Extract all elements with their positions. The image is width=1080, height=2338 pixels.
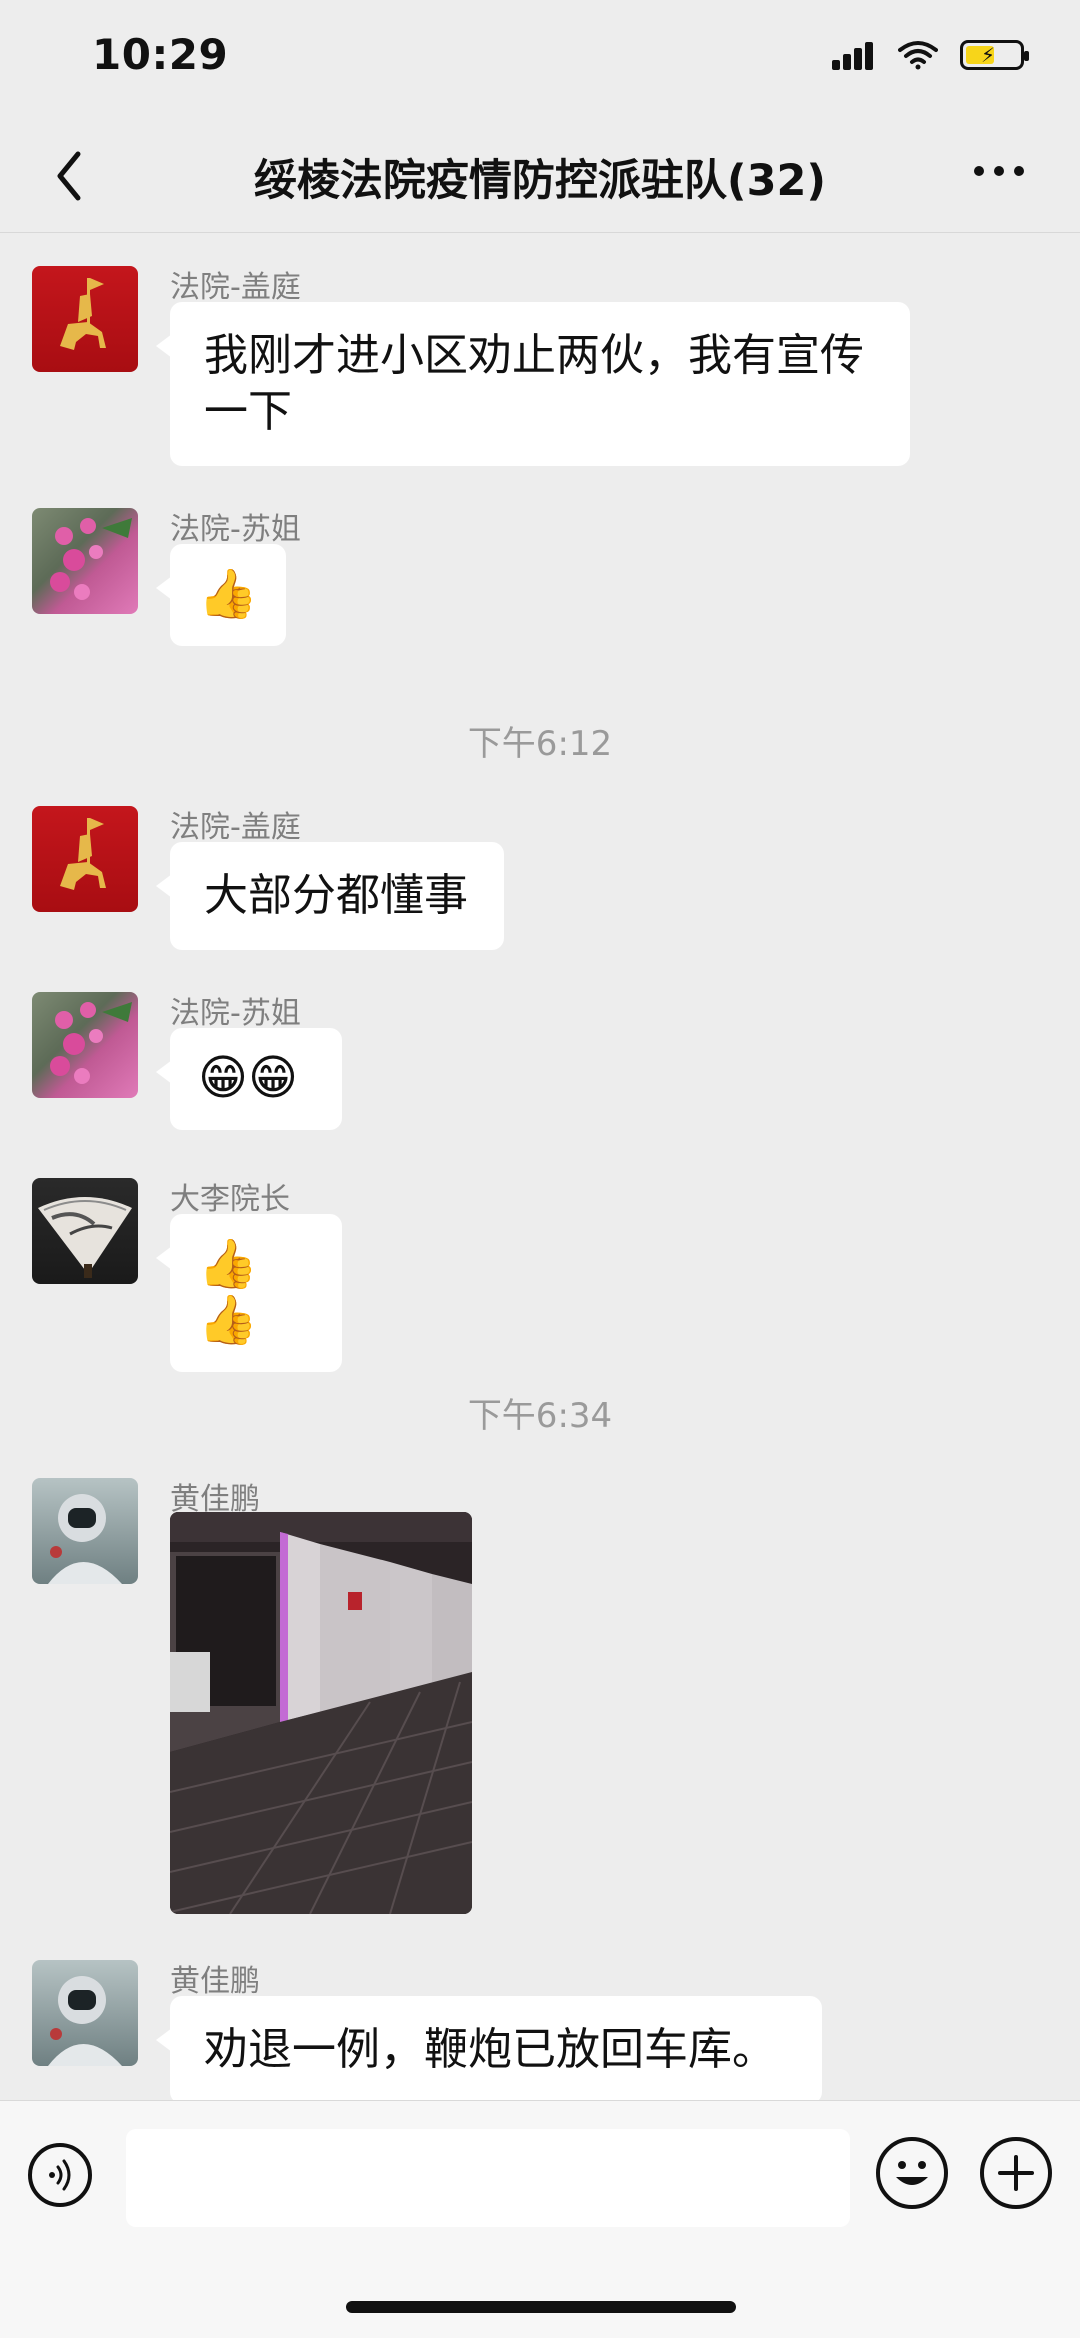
- message-text: 大部分都懂事: [204, 870, 468, 921]
- status-icons: ⚡: [832, 40, 1029, 70]
- message-bubble[interactable]: 👍👍: [156, 1214, 342, 1372]
- chat-header: 绥棱法院疫情防控派驻队(32): [0, 120, 1080, 233]
- battery-icon: ⚡: [960, 40, 1029, 70]
- chat-title: 绥棱法院疫情防控派驻队(32): [253, 156, 827, 206]
- message-timestamp: 下午6:12: [467, 724, 613, 764]
- avatar[interactable]: [32, 806, 138, 912]
- sender-name: 大李院长: [170, 1182, 290, 1217]
- avatar[interactable]: [32, 266, 138, 372]
- message-text: 劝退一例，鞭炮已放回车库。: [204, 2024, 776, 2075]
- message-bubble[interactable]: 👍: [156, 544, 286, 646]
- grin-icon: 😁😁: [198, 1050, 299, 1106]
- message-bubble[interactable]: 劝退一例，鞭炮已放回车库。: [156, 1996, 822, 2104]
- message-bubble[interactable]: 大部分都懂事: [156, 842, 504, 950]
- thumbs-up-icon: 👍: [198, 566, 258, 622]
- message-timestamp: 下午6:34: [467, 1396, 613, 1436]
- plus-icon[interactable]: [980, 2137, 1052, 2209]
- message-input[interactable]: [126, 2129, 850, 2227]
- status-time: 10:29: [92, 30, 229, 79]
- message-image[interactable]: [170, 1512, 472, 1914]
- status-bar: 10:29 ⚡: [0, 0, 1080, 120]
- avatar[interactable]: [32, 508, 138, 614]
- emoji-icon[interactable]: [876, 2137, 948, 2209]
- wifi-icon: [898, 41, 938, 70]
- avatar[interactable]: [32, 1960, 138, 2066]
- message-text: 我刚才进小区劝止两伙，我有宣传一下: [204, 330, 864, 437]
- sender-name: 法院-苏姐: [170, 512, 301, 547]
- sender-name: 法院-盖庭: [170, 270, 301, 305]
- signal-icon: [832, 40, 876, 70]
- sender-name: 法院-苏姐: [170, 996, 301, 1031]
- avatar[interactable]: [32, 992, 138, 1098]
- thumbs-up-icon: 👍👍: [198, 1236, 258, 1348]
- more-icon[interactable]: [974, 166, 1024, 176]
- avatar[interactable]: [32, 1178, 138, 1284]
- sender-name: 法院-盖庭: [170, 810, 301, 845]
- message-bubble[interactable]: 😁😁: [156, 1028, 342, 1130]
- message-bubble[interactable]: 我刚才进小区劝止两伙，我有宣传一下: [156, 302, 910, 466]
- sender-name: 黄佳鹏: [170, 1964, 260, 1999]
- home-indicator[interactable]: [346, 2301, 736, 2313]
- chat-messages[interactable]: 法院-盖庭 我刚才进小区劝止两伙，我有宣传一下 法院-苏姐 👍 下午6:12 法…: [0, 232, 1080, 2104]
- voice-icon[interactable]: [28, 2143, 92, 2207]
- avatar[interactable]: [32, 1478, 138, 1584]
